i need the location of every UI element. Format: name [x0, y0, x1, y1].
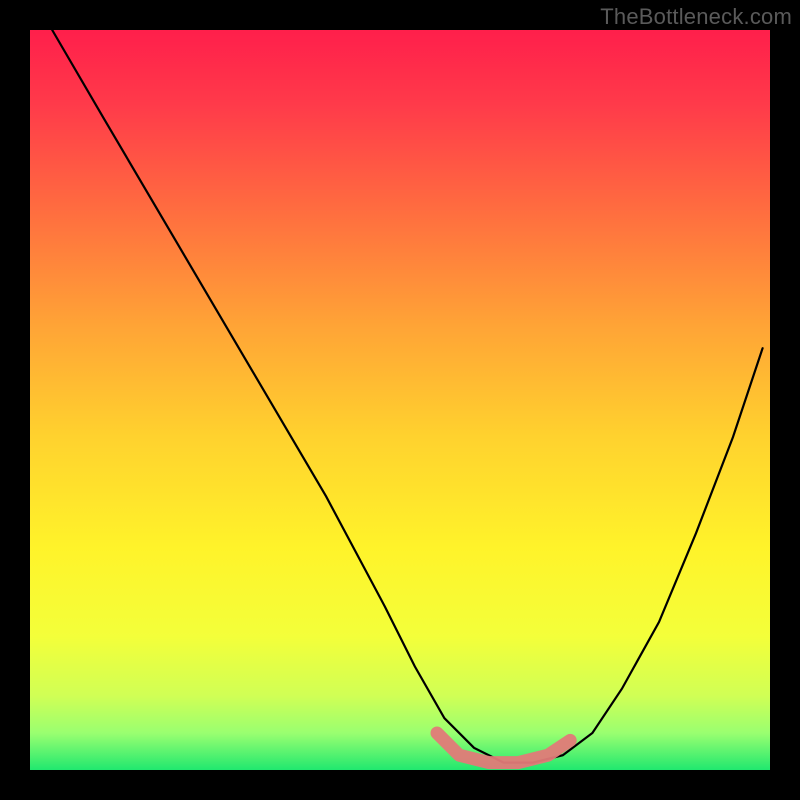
- bottleneck-chart: [0, 0, 800, 800]
- chart-frame: TheBottleneck.com: [0, 0, 800, 800]
- watermark-label: TheBottleneck.com: [600, 4, 792, 30]
- plot-background: [30, 30, 770, 770]
